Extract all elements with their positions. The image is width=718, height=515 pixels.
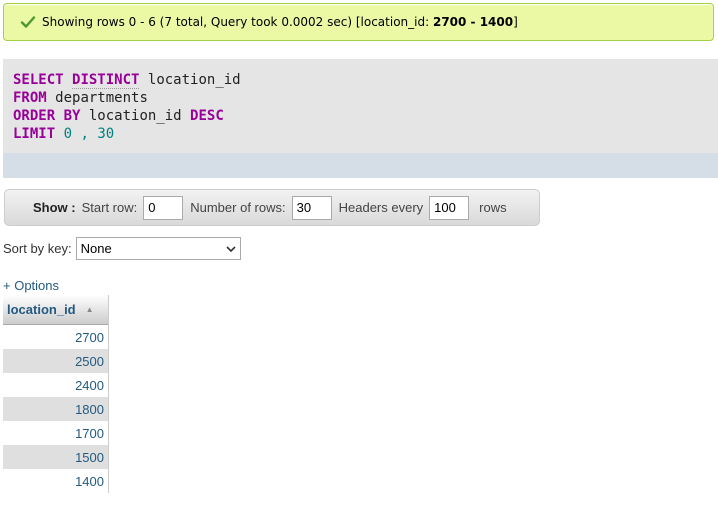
sql-tools-bar — [3, 153, 718, 178]
headers-every-input[interactable] — [429, 195, 470, 220]
table-cell[interactable]: 2500 — [75, 354, 104, 369]
sql-keyword-select: SELECT — [13, 72, 64, 88]
number-of-rows-input[interactable] — [291, 195, 332, 220]
sql-keyword-desc: DESC — [190, 108, 224, 124]
headers-every-label: Headers every — [338, 200, 424, 215]
chevron-down-icon — [226, 241, 236, 256]
sql-table: departments — [55, 90, 148, 106]
sql-keyword-distinct[interactable]: DISTINCT — [72, 72, 140, 89]
table-row[interactable]: 2500 — [3, 349, 108, 373]
sort-by-key-label: Sort by key: — [3, 241, 72, 256]
sql-limit-separator: , — [72, 126, 98, 142]
sql-limit-start: 0 — [63, 126, 73, 142]
rows-label: rows — [479, 200, 507, 215]
table-cell[interactable]: 2700 — [75, 330, 104, 345]
show-label: Show : — [33, 200, 76, 215]
sql-order-column: location_id — [88, 108, 182, 124]
sql-keyword-order-by: ORDER BY — [13, 108, 81, 124]
table-cell[interactable]: 1400 — [75, 474, 104, 489]
column-header-label: location_id — [7, 302, 76, 317]
table-row[interactable]: 1800 — [3, 397, 108, 421]
sort-by-key-select[interactable]: None — [75, 237, 241, 260]
number-of-rows-label: Number of rows: — [190, 200, 286, 215]
table-row[interactable]: 1500 — [3, 445, 108, 469]
sql-keyword-limit: LIMIT — [13, 126, 56, 142]
result-table: location_id ▲ 2700 2500 2400 1800 1700 1… — [3, 295, 109, 493]
sort-ascending-icon: ▲ — [85, 305, 94, 314]
table-row[interactable]: 2400 — [3, 373, 108, 397]
table-cell[interactable]: 2400 — [75, 378, 104, 393]
sort-by-key-value: None — [80, 241, 112, 256]
table-cell[interactable]: 1800 — [75, 402, 104, 417]
start-row-label: Start row: — [81, 200, 138, 215]
sql-column: location_id — [147, 72, 241, 88]
success-message: Showing rows 0 - 6 (7 total, Query took … — [3, 3, 714, 41]
column-header-location-id[interactable]: location_id ▲ — [3, 295, 108, 325]
table-cell[interactable]: 1500 — [75, 450, 104, 465]
table-row[interactable]: 2700 — [3, 325, 108, 349]
options-link[interactable]: + Options — [3, 278, 59, 293]
success-range: 2700 - 1400 — [432, 15, 514, 29]
success-text: Showing rows 0 - 6 (7 total, Query took … — [42, 15, 518, 29]
table-cell[interactable]: 1700 — [75, 426, 104, 441]
table-row[interactable]: 1400 — [3, 469, 108, 493]
sort-by-key: Sort by key: None — [3, 237, 241, 260]
start-row-input[interactable] — [143, 195, 184, 220]
sql-keyword-from: FROM — [13, 90, 47, 106]
table-row[interactable]: 1700 — [3, 421, 108, 445]
sql-code: SELECT DISTINCT location_id FROM departm… — [13, 71, 241, 143]
check-icon — [20, 14, 36, 30]
show-rows-form: Show : Start row: Number of rows: Header… — [4, 189, 540, 226]
sql-query-box: SELECT DISTINCT location_id FROM departm… — [3, 59, 718, 178]
sql-limit-count: 30 — [97, 126, 115, 142]
